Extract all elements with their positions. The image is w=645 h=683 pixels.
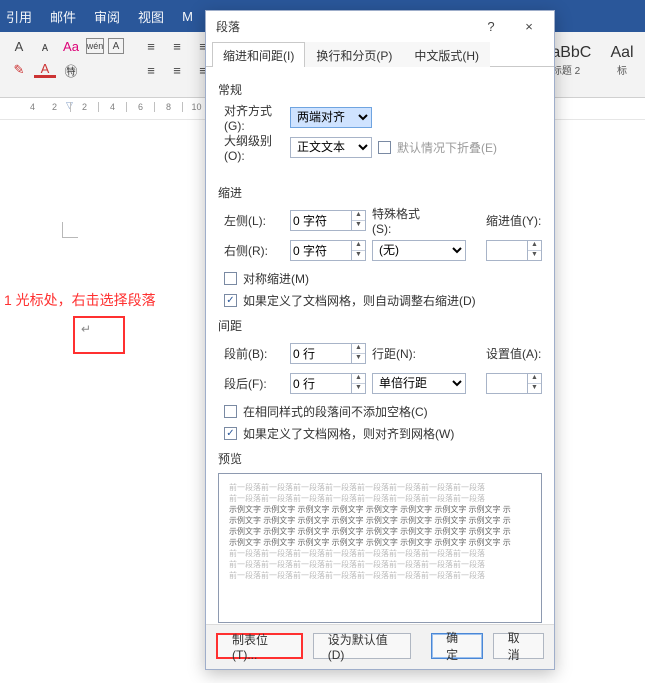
spacing-at-input[interactable] <box>486 373 528 394</box>
collapse-checkbox[interactable] <box>378 141 391 154</box>
outline-level-label: 大纲级别(O): <box>218 132 284 163</box>
spinner-icon[interactable]: ▲▼ <box>352 210 366 231</box>
auto-right-indent-label: 如果定义了文档网格，则自动调整右缩进(D) <box>243 292 476 309</box>
highlight-icon[interactable]: ✎ <box>8 60 30 80</box>
preview-line: 前一段落前一段落前一段落前一段落前一段落前一段落前一段落前一段落 <box>229 570 531 581</box>
ribbon-tab[interactable]: M <box>182 9 193 24</box>
style-tile[interactable]: Aal 标 <box>607 36 637 84</box>
space-before-input[interactable] <box>290 343 352 364</box>
dialog-tabs: 缩进和间距(I) 换行和分页(P) 中文版式(H) <box>206 41 554 67</box>
preview-line: 前一段落前一段落前一段落前一段落前一段落前一段落前一段落前一段落 <box>229 482 531 493</box>
dialog-titlebar: 段落 ? × <box>206 11 554 41</box>
char-border-icon[interactable]: A <box>108 38 124 54</box>
align-left-icon[interactable]: ≡ <box>140 60 162 80</box>
set-default-button[interactable]: 设为默认值(D) <box>313 633 411 659</box>
line-spacing-select[interactable]: 单倍行距 <box>372 373 466 394</box>
spinner-icon[interactable]: ▲▼ <box>528 373 542 394</box>
spinner-icon[interactable]: ▲▼ <box>528 240 542 261</box>
close-button[interactable]: × <box>510 13 548 39</box>
font-size-up-icon[interactable]: A <box>8 36 30 56</box>
ruler-tick: 4 <box>30 102 35 112</box>
preview-line: 前一段落前一段落前一段落前一段落前一段落前一段落前一段落前一段落 <box>229 559 531 570</box>
mirror-indents-label: 对称缩进(M) <box>243 270 309 287</box>
enclose-char-icon[interactable]: ㊕ <box>60 60 82 80</box>
snap-to-grid-checkbox[interactable]: ✓ <box>224 427 237 440</box>
preview-line: 示例文字 示例文字 示例文字 示例文字 示例文字 示例文字 示例文字 示例文字 … <box>229 515 531 526</box>
style-name: 标 <box>608 62 636 77</box>
indent-by-label: 缩进值(Y): <box>486 212 542 229</box>
annotation-1: 1 光标处，右击选择段落 <box>4 290 156 310</box>
special-indent-label: 特殊格式(S): <box>372 205 436 236</box>
preview-line: 示例文字 示例文字 示例文字 示例文字 示例文字 示例文字 示例文字 示例文字 … <box>229 537 531 548</box>
indent-by-input[interactable] <box>486 240 528 261</box>
cancel-button[interactable]: 取消 <box>493 633 544 659</box>
paragraph-dialog: 段落 ? × 缩进和间距(I) 换行和分页(P) 中文版式(H) 常规 对齐方式… <box>205 10 555 670</box>
ok-button[interactable]: 确定 <box>431 633 482 659</box>
phonetic-guide-icon[interactable]: wén <box>86 38 104 54</box>
indent-right-input[interactable] <box>290 240 352 261</box>
bullets-icon[interactable]: ≡ <box>140 36 162 56</box>
spinner-icon[interactable]: ▲▼ <box>352 240 366 261</box>
ribbon-tab[interactable]: 审阅 <box>94 7 120 26</box>
auto-right-indent-checkbox[interactable]: ✓ <box>224 294 237 307</box>
alignment-label: 对齐方式(G): <box>218 102 284 133</box>
ribbon-tab[interactable]: 引用 <box>6 7 32 26</box>
space-before-label: 段前(B): <box>218 345 284 362</box>
snap-to-grid-label: 如果定义了文档网格，则对齐到网格(W) <box>243 425 454 442</box>
clear-format-icon[interactable]: Aa <box>60 36 82 56</box>
special-indent-select[interactable]: (无) <box>372 240 466 261</box>
dialog-title: 段落 <box>216 18 472 35</box>
collapse-label: 默认情况下折叠(E) <box>397 139 497 156</box>
spinner-icon[interactable]: ▲▼ <box>352 343 366 364</box>
paragraph-mark-icon: ↵ <box>81 322 91 336</box>
annotation-caret-box: ↵ <box>73 316 125 354</box>
section-preview: 预览 <box>218 450 542 467</box>
font-color-icon[interactable]: A <box>34 62 56 78</box>
alignment-select[interactable]: 两端对齐 <box>290 107 372 128</box>
preview-box: 前一段落前一段落前一段落前一段落前一段落前一段落前一段落前一段落 前一段落前一段… <box>218 473 542 623</box>
ribbon-tab[interactable]: 邮件 <box>50 7 76 26</box>
numbering-icon[interactable]: ≡ <box>166 36 188 56</box>
dialog-body: 常规 对齐方式(G): 两端对齐 大纲级别(O): 正文文本 默认情况下折叠(E… <box>206 67 554 624</box>
section-indent: 缩进 <box>218 184 542 201</box>
preview-line: 示例文字 示例文字 示例文字 示例文字 示例文字 示例文字 示例文字 示例文字 … <box>229 504 531 515</box>
spacing-at-label: 设置值(A): <box>486 345 542 362</box>
help-button[interactable]: ? <box>472 13 510 39</box>
preview-line: 前一段落前一段落前一段落前一段落前一段落前一段落前一段落前一段落 <box>229 548 531 559</box>
tabs-button[interactable]: 制表位(T)... <box>216 633 303 659</box>
section-general: 常规 <box>218 81 542 98</box>
indent-left-input[interactable] <box>290 210 352 231</box>
font-size-down-icon[interactable]: ᴀ <box>34 36 56 56</box>
style-sample: Aal <box>608 44 636 62</box>
preview-line: 示例文字 示例文字 示例文字 示例文字 示例文字 示例文字 示例文字 示例文字 … <box>229 526 531 537</box>
dialog-button-row: 制表位(T)... 设为默认值(D) 确定 取消 <box>206 624 554 669</box>
ribbon-group-font: A ᴀ Aa wén A ✎ A ㊕ <box>0 32 132 97</box>
outline-level-select[interactable]: 正文文本 <box>290 137 372 158</box>
preview-line: 前一段落前一段落前一段落前一段落前一段落前一段落前一段落前一段落 <box>229 493 531 504</box>
space-after-label: 段后(F): <box>218 375 284 392</box>
tab-asian-typography[interactable]: 中文版式(H) <box>403 42 490 67</box>
no-space-same-style-checkbox[interactable] <box>224 405 237 418</box>
tab-line-page-breaks[interactable]: 换行和分页(P) <box>305 42 403 67</box>
space-after-input[interactable] <box>290 373 352 394</box>
indent-left-label: 左侧(L): <box>218 212 284 229</box>
mirror-indents-checkbox[interactable] <box>224 272 237 285</box>
page-margin-corner-icon <box>62 222 78 238</box>
line-spacing-label: 行距(N): <box>372 345 436 362</box>
spinner-icon[interactable]: ▲▼ <box>352 373 366 394</box>
ruler-tick: 2 <box>52 102 57 112</box>
ribbon-tab[interactable]: 视图 <box>138 7 164 26</box>
no-space-same-style-label: 在相同样式的段落间不添加空格(C) <box>243 403 428 420</box>
tab-indent-spacing[interactable]: 缩进和间距(I) <box>212 42 305 67</box>
align-center-icon[interactable]: ≡ <box>166 60 188 80</box>
indent-right-label: 右侧(R): <box>218 242 284 259</box>
section-spacing: 间距 <box>218 317 542 334</box>
